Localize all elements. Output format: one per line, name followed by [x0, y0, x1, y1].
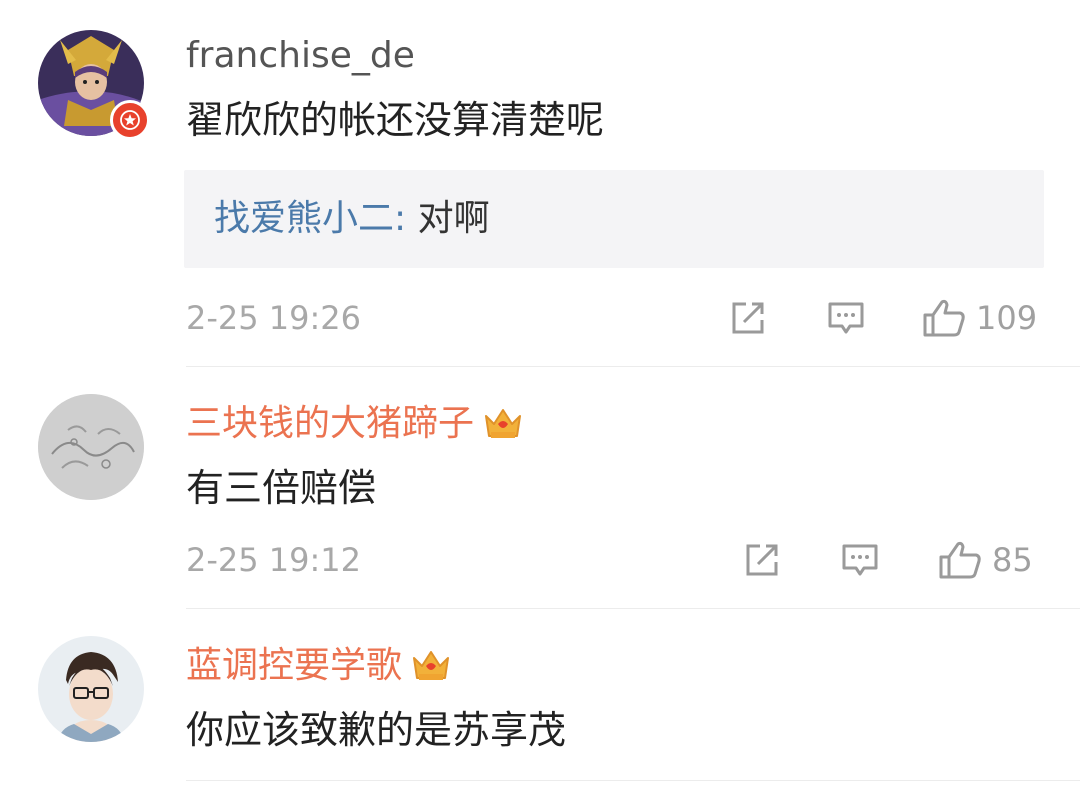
like-button[interactable]: 85 — [938, 540, 1033, 580]
verified-badge — [110, 100, 150, 140]
thumbs-up-icon — [923, 299, 965, 337]
reply-text: 对啊 — [417, 198, 490, 239]
crown-icon — [410, 646, 452, 686]
reply-button[interactable] — [840, 540, 880, 580]
timestamp: 2-25 19:26 — [186, 299, 362, 337]
comment-icon — [828, 302, 864, 334]
reply-button[interactable] — [826, 298, 866, 338]
comment-text: 翟欣欣的帐还没算清楚呢 — [186, 98, 605, 142]
crown-icon — [482, 404, 524, 444]
like-count: 85 — [992, 541, 1033, 579]
username[interactable]: 三块钱的大猪蹄子 — [186, 402, 524, 446]
reply-preview[interactable]: 找爱熊小二: 对啊 — [184, 170, 1044, 268]
share-icon — [746, 544, 778, 576]
comment-text: 有三倍赔偿 — [186, 466, 377, 510]
comment-text: 你应该致歉的是苏享茂 — [186, 708, 567, 752]
reply-username[interactable]: 找爱熊小二 — [214, 198, 394, 239]
share-button[interactable] — [742, 540, 782, 580]
comment-divider — [186, 780, 1080, 781]
comment-divider — [186, 366, 1080, 367]
comment-icon — [842, 544, 878, 576]
comment-divider — [186, 608, 1080, 609]
avatar[interactable] — [38, 394, 144, 500]
username-text[interactable]: franchise_de — [186, 34, 415, 78]
grey-sketch-avatar-image — [38, 394, 144, 500]
anime-boy-glasses-avatar-image — [38, 636, 144, 742]
share-button[interactable] — [728, 298, 768, 338]
username[interactable]: 蓝调控要学歌 — [186, 644, 452, 688]
reply-separator: : — [394, 198, 407, 239]
share-icon — [732, 302, 764, 334]
avatar[interactable] — [38, 636, 144, 742]
like-button[interactable]: 109 — [922, 298, 1037, 338]
username-text[interactable]: 三块钱的大猪蹄子 — [186, 402, 474, 446]
timestamp: 2-25 19:12 — [186, 541, 362, 579]
username-text[interactable]: 蓝调控要学歌 — [186, 644, 402, 688]
thumbs-up-icon — [939, 541, 981, 579]
like-count: 109 — [976, 299, 1038, 337]
username[interactable]: franchise_de — [186, 34, 415, 78]
verified-star-badge-icon — [120, 110, 140, 130]
